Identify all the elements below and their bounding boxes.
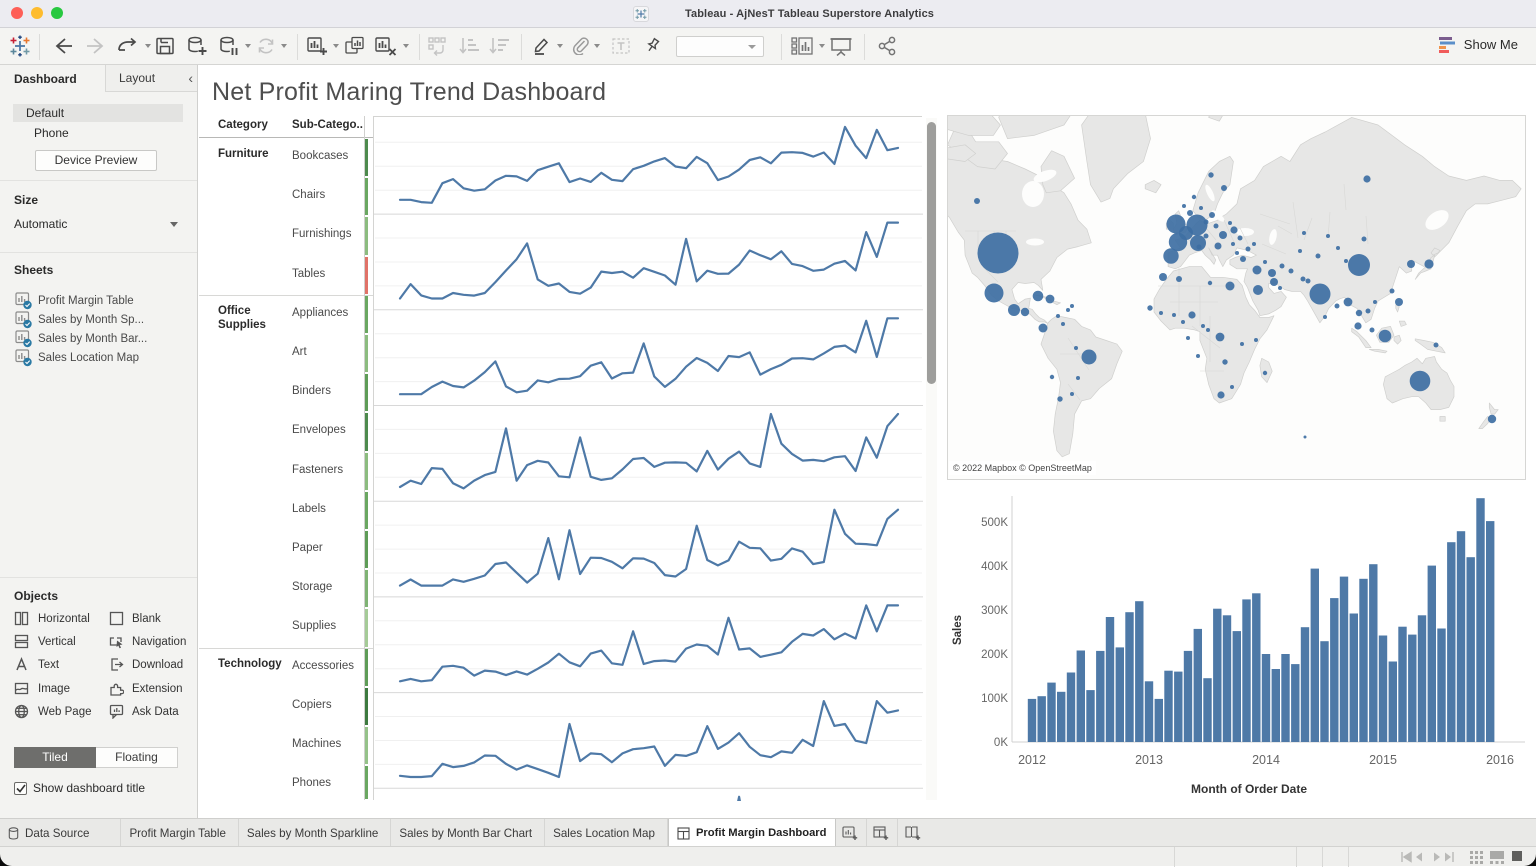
svg-text:300K: 300K: [981, 605, 1008, 617]
svg-text:2016: 2016: [1486, 753, 1514, 767]
svg-text:400K: 400K: [981, 561, 1008, 573]
svg-text:Month of Order Date: Month of Order Date: [1191, 782, 1307, 796]
svg-text:2013: 2013: [1135, 753, 1163, 767]
svg-text:Sales: Sales: [952, 615, 964, 645]
svg-text:2012: 2012: [1018, 753, 1046, 767]
svg-text:© 2022 Mapbox © OpenStreetMap: © 2022 Mapbox © OpenStreetMap: [953, 463, 1092, 473]
svg-text:100K: 100K: [981, 693, 1008, 705]
svg-text:2015: 2015: [1369, 753, 1397, 767]
svg-text:200K: 200K: [981, 649, 1008, 661]
svg-text:500K: 500K: [981, 517, 1008, 529]
svg-text:2014: 2014: [1252, 753, 1280, 767]
svg-text:0K: 0K: [994, 737, 1008, 749]
